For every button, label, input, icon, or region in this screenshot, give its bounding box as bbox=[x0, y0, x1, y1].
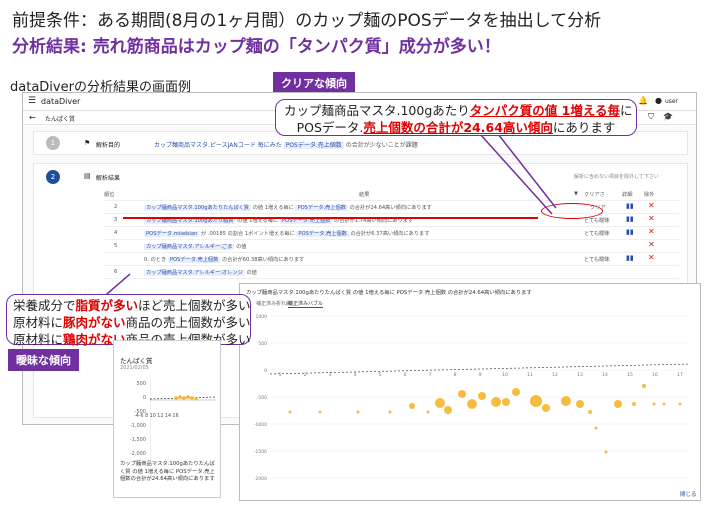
bubble-chart-window: カップ麺商品マスタ.100gあたりたんぱく質 の値 1増える毎に POSデータ.… bbox=[239, 283, 701, 501]
bubble bbox=[444, 406, 452, 414]
bubble bbox=[318, 410, 322, 414]
bubble bbox=[542, 404, 550, 412]
bubble bbox=[409, 403, 415, 409]
x-tick-label: 9 bbox=[479, 372, 482, 378]
bubble bbox=[502, 398, 510, 406]
y-tick-label: -500 bbox=[257, 395, 267, 401]
y-tick-label: -1000 bbox=[254, 422, 267, 428]
bubble bbox=[458, 390, 466, 398]
y-tick-label: 0 bbox=[264, 368, 267, 374]
bubble bbox=[426, 410, 430, 414]
mini-date: 2021/02/05 bbox=[120, 365, 149, 371]
mini-chart bbox=[150, 379, 216, 459]
x-tick-label: 16 bbox=[652, 372, 658, 378]
x-tick-label: 6 bbox=[404, 372, 407, 378]
x-tick-label: 1 bbox=[279, 372, 282, 378]
y-tick-label: -2000 bbox=[254, 476, 267, 482]
mini-y-ticks: 500 0 -500 -1,000 -1,500 -2,000 bbox=[129, 381, 146, 457]
bubble bbox=[356, 410, 360, 414]
y-tick-label: 1000 bbox=[256, 314, 268, 320]
x-tick-label: 11 bbox=[527, 372, 533, 378]
x-tick-label: 5 bbox=[379, 372, 382, 378]
bubble-chart: 10005000-500-1000-1500-20001 2 3 4 5 6 7 8 9 10 11… bbox=[254, 314, 691, 482]
x-tick-label: 7 bbox=[429, 372, 432, 378]
bubble bbox=[512, 388, 520, 396]
bubble bbox=[588, 410, 592, 414]
mini-title: たんぱく質 bbox=[120, 357, 153, 365]
tab-bubble[interactable]: 補正済みバブル bbox=[288, 300, 324, 308]
bubble bbox=[678, 402, 682, 406]
x-tick-label: 17 bbox=[677, 372, 683, 378]
x-tick-label: 13 bbox=[577, 372, 583, 378]
callout-clear: カップ麺商品マスタ.100gあたりタンパク質の値 1増える毎に POSデータ.売… bbox=[275, 99, 637, 136]
x-tick-label: 12 bbox=[552, 372, 558, 378]
bubble bbox=[614, 400, 622, 408]
callout-vague: 栄養成分で脂質が多いほど売上個数が多い 原材料に豚肉がない商品の売上個数が多い … bbox=[6, 294, 251, 347]
bubble bbox=[576, 400, 584, 408]
x-tick-label: 15 bbox=[627, 372, 633, 378]
bubble bbox=[594, 426, 598, 430]
bubble bbox=[435, 398, 445, 408]
bubble bbox=[288, 410, 292, 414]
bubble bbox=[662, 402, 666, 406]
close-button[interactable]: 閉じる bbox=[680, 490, 697, 498]
y-tick-label: -1500 bbox=[254, 449, 267, 455]
chart-window-title: カップ麺商品マスタ.100gあたりたんぱく質 の値 1増える毎に POSデータ.… bbox=[246, 290, 532, 296]
bubble bbox=[652, 402, 656, 406]
bubble bbox=[467, 399, 477, 409]
bubble bbox=[530, 395, 542, 407]
bubble bbox=[632, 402, 636, 406]
bubble bbox=[604, 450, 608, 454]
x-tick-label: 8 bbox=[454, 372, 457, 378]
badge-vague: 曖昧な傾向 bbox=[8, 349, 79, 371]
y-tick-label: 500 bbox=[258, 341, 267, 347]
mini-desc: カップ麺商品マスタ.100gあたりたんぱく質 の値 1増える毎に POSデータ.… bbox=[120, 461, 215, 482]
x-tick-label: 14 bbox=[602, 372, 608, 378]
bubble bbox=[561, 396, 571, 406]
mini-x-ticks: -4-6 8 10 12 14 16 bbox=[134, 414, 179, 419]
x-tick-label: 10 bbox=[502, 372, 508, 378]
bubble bbox=[478, 392, 486, 400]
bubble bbox=[491, 397, 501, 407]
bubble bbox=[642, 384, 646, 388]
bubble bbox=[388, 410, 392, 414]
x-tick-label: 4 bbox=[354, 372, 357, 378]
mini-card: たんぱく質 2021/02/05 500 0 -500 -1,000 -1,500 -2,… bbox=[113, 340, 221, 498]
tab-line[interactable]: 補正済み折れ線 bbox=[256, 300, 291, 307]
